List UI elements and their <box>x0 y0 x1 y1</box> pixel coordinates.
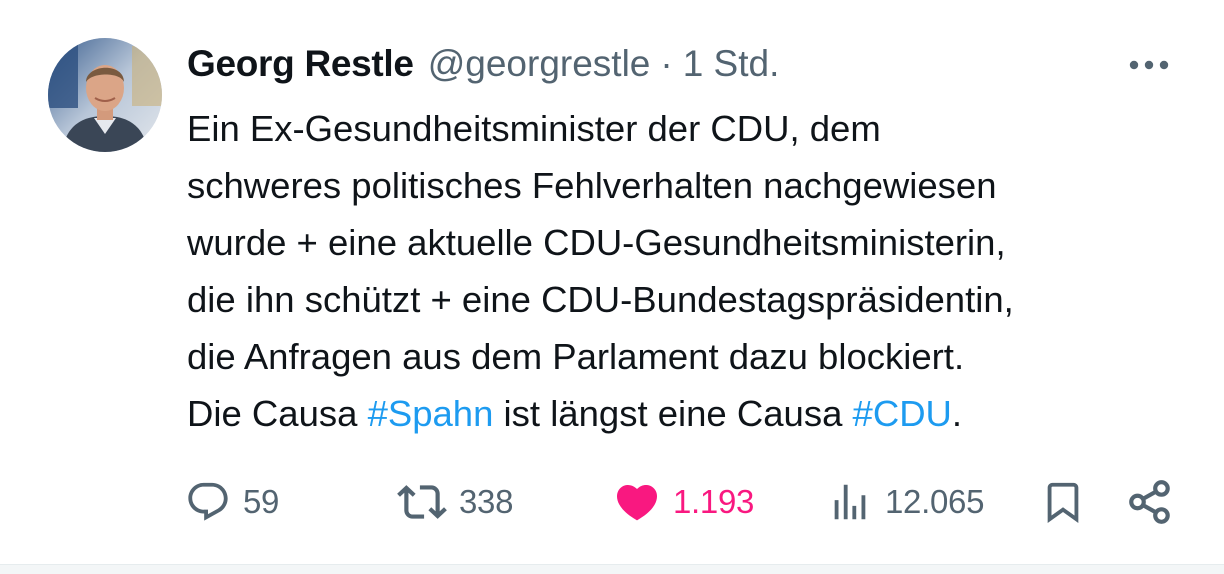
more-options-button[interactable] <box>1124 50 1174 80</box>
like-count: 1.193 <box>673 483 755 520</box>
reply-button[interactable]: 59 <box>185 472 279 532</box>
tweet-text-line: die ihn schützt + eine CDU-Bundestagsprä… <box>187 271 1197 328</box>
bookmark-icon <box>1040 477 1086 527</box>
timestamp[interactable]: 1 Std. <box>683 42 780 86</box>
more-icon <box>1127 59 1171 71</box>
tweet-text: Ein Ex-Gesundheitsminister der CDU, dem s… <box>187 100 1197 442</box>
tweet-text-line: Die Causa #Spahn ist längst eine Causa #… <box>187 385 1197 442</box>
tweet-text-segment: wurde + eine aktuelle CDU-Gesundheitsmin… <box>187 222 1006 263</box>
tweet-text-line: die Anfragen aus dem Parlament dazu bloc… <box>187 328 1197 385</box>
divider <box>0 564 1224 574</box>
tweet-text-line: wurde + eine aktuelle CDU-Gesundheitsmin… <box>187 214 1197 271</box>
reply-icon <box>185 479 231 525</box>
retweet-icon <box>397 477 447 527</box>
views-count: 12.065 <box>885 483 985 520</box>
avatar[interactable] <box>48 38 162 152</box>
bookmark-button[interactable] <box>1040 472 1086 532</box>
author-handle[interactable]: @georgrestle <box>428 42 651 86</box>
reply-count: 59 <box>243 483 280 520</box>
views-icon <box>827 479 873 525</box>
tweet-text-segment: ist längst eine Causa <box>493 393 853 434</box>
tweet-text-line: schweres politisches Fehlverhalten nachg… <box>187 157 1197 214</box>
retweet-button[interactable]: 338 <box>397 472 513 532</box>
hashtag-link[interactable]: #CDU <box>853 393 952 434</box>
share-icon <box>1125 477 1175 527</box>
tweet-header: Georg Restle @georgrestle · 1 Std. <box>187 42 779 86</box>
action-bar: 59 338 1.193 12.065 <box>185 472 1180 532</box>
tweet-card: Georg Restle @georgrestle · 1 Std. Ein E… <box>0 0 1224 564</box>
separator-dot: · <box>660 43 673 84</box>
hashtag-link[interactable]: #Spahn <box>368 393 494 434</box>
like-button[interactable]: 1.193 <box>613 472 754 532</box>
retweet-count: 338 <box>459 483 514 520</box>
author-name[interactable]: Georg Restle <box>187 42 414 86</box>
heart-icon <box>613 478 661 526</box>
tweet-text-line: Ein Ex-Gesundheitsminister der CDU, dem <box>187 100 1197 157</box>
tweet-text-segment: die Anfragen aus dem Parlament dazu bloc… <box>187 336 965 377</box>
tweet-text-segment: Ein Ex-Gesundheitsminister der CDU, dem <box>187 108 881 149</box>
tweet-text-segment: . <box>951 393 963 434</box>
tweet-text-segment: Die Causa <box>187 393 368 434</box>
tweet-text-segment: die ihn schützt + eine CDU-Bundestagsprä… <box>187 279 1014 320</box>
share-button[interactable] <box>1125 472 1175 532</box>
tweet-text-segment: schweres politisches Fehlverhalten nachg… <box>187 165 997 206</box>
views-button[interactable]: 12.065 <box>827 472 984 532</box>
